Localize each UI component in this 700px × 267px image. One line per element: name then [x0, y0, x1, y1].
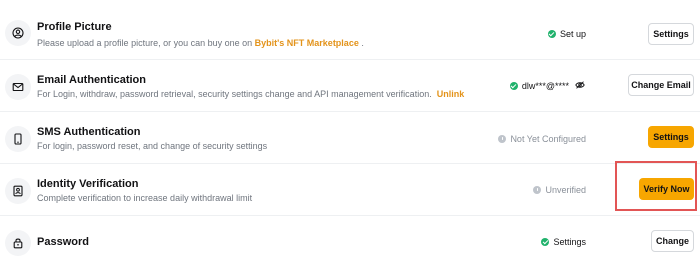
check-circle-icon [509, 82, 518, 90]
eye-slash-icon[interactable] [575, 81, 585, 91]
check-circle-icon [547, 30, 556, 38]
status-text: Settings [553, 237, 586, 247]
status-text: Unverified [545, 185, 586, 195]
change-email-button[interactable]: Change Email [628, 74, 694, 96]
row-title: Profile Picture [37, 21, 112, 33]
sms-settings-button[interactable]: Settings [648, 126, 694, 148]
id-card-icon [5, 178, 31, 204]
row-description: Complete verification to increase daily … [37, 193, 253, 203]
settings-row-identity-verification: Identity Verification Complete verificat… [0, 163, 700, 215]
description-text: Please upload a profile picture, or you … [37, 38, 255, 48]
envelope-icon [5, 74, 31, 100]
lock-icon [5, 230, 31, 256]
phone-icon [5, 126, 31, 152]
masked-email: dlw***@**** [521, 81, 569, 91]
status-text: Not Yet Configured [510, 134, 586, 144]
row-title: SMS Authentication [37, 126, 141, 138]
info-circle-icon [533, 186, 542, 194]
row-description: For login, password reset, and change of… [37, 141, 268, 151]
settings-row-password: Password Settings Change [0, 215, 700, 267]
status-indicator: Not Yet Configured [498, 134, 586, 144]
change-password-button[interactable]: Change [651, 230, 694, 252]
info-circle-icon [498, 135, 507, 143]
settings-row-profile-picture: Profile Picture Please upload a profile … [0, 7, 700, 59]
row-title: Email Authentication [37, 74, 146, 86]
status-indicator: dlw***@**** [509, 81, 585, 91]
settings-row-email-authentication: Email Authentication For Login, withdraw… [0, 59, 700, 111]
row-title: Password [37, 236, 89, 248]
status-indicator: Set up [547, 29, 586, 39]
check-circle-icon [541, 238, 550, 246]
status-indicator: Unverified [533, 185, 586, 195]
description-suffix: . [358, 38, 364, 48]
settings-row-sms-authentication: SMS Authentication For login, password r… [0, 111, 700, 163]
unlink-link[interactable]: Unlink [437, 89, 465, 99]
profile-settings-button[interactable]: Settings [648, 23, 694, 45]
row-description: Please upload a profile picture, or you … [37, 38, 364, 48]
user-circle-icon [5, 20, 31, 46]
description-text: For Login, withdraw, password retrieval,… [37, 89, 432, 99]
nft-marketplace-link[interactable]: Bybit's NFT Marketplace [255, 38, 359, 48]
row-description: For Login, withdraw, password retrieval,… [37, 89, 464, 99]
status-indicator: Settings [541, 237, 586, 247]
highlight-box [615, 161, 697, 211]
row-title: Identity Verification [37, 178, 139, 190]
status-text: Set up [559, 29, 586, 39]
